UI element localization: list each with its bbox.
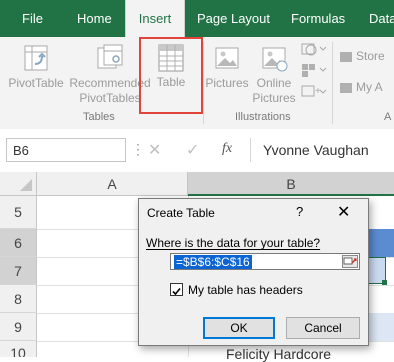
row-header-9[interactable]: 9	[0, 313, 37, 341]
recommended-line2: PivotTables	[79, 91, 141, 105]
name-box[interactable]: B6	[6, 138, 126, 162]
formula-buttons: ✕ ✓ fx	[136, 138, 244, 162]
table-label: Table	[156, 75, 186, 89]
ribbon-tab-bar: File Home Insert Page Layout Formulas Da…	[0, 0, 394, 37]
column-header-a[interactable]: A	[37, 172, 188, 196]
create-table-dialog: Create Table ? ✕ Where is the data for y…	[138, 198, 369, 346]
fill-handle[interactable]	[382, 280, 387, 285]
headers-checkbox[interactable]	[170, 283, 183, 296]
enter-icon[interactable]: ✓	[186, 140, 199, 160]
shapes-icons[interactable]: +	[300, 42, 328, 104]
range-value: =$B$6:$C$16	[174, 255, 252, 269]
pictures-button[interactable]: Pictures	[204, 42, 250, 91]
pictures-icon	[215, 47, 239, 69]
checkmark-icon	[172, 287, 181, 296]
ok-button[interactable]: OK	[203, 317, 275, 339]
table-button[interactable]: Table	[139, 37, 203, 114]
tab-home[interactable]: Home	[77, 0, 112, 37]
store-button[interactable]: Store	[340, 49, 385, 63]
row-header-8[interactable]: 8	[0, 285, 37, 313]
collapse-dialog-icon[interactable]	[342, 255, 358, 268]
table-header-cell	[368, 229, 394, 257]
svg-text:+: +	[315, 86, 321, 97]
store-label: Store	[356, 49, 385, 63]
my-addins-button[interactable]: My A	[340, 80, 383, 94]
select-all-corner[interactable]	[0, 172, 37, 196]
pictures-label: Pictures	[205, 76, 249, 90]
insert-function-icon[interactable]: fx	[222, 141, 232, 157]
group-label-addins: A	[384, 111, 392, 123]
online-line2: Pictures	[252, 91, 296, 105]
range-input[interactable]: =$B$6:$C$16	[170, 253, 360, 270]
pivottable-icon	[24, 45, 48, 71]
tab-insert[interactable]: Insert	[125, 0, 185, 37]
formula-input[interactable]: Yvonne Vaughan	[250, 138, 394, 162]
dialog-title: Create Table	[147, 206, 215, 220]
online-pictures-button[interactable]: Online Pictures	[250, 42, 298, 106]
row-header-6[interactable]: 6	[0, 229, 37, 257]
tab-file[interactable]: File	[22, 0, 43, 37]
group-label-tables: Tables	[83, 111, 115, 123]
cell-b10-text: Felicity Hardcore	[226, 346, 332, 362]
group-label-illustrations: Illustrations	[235, 111, 291, 123]
row-header-10[interactable]: 10	[0, 341, 37, 357]
online-pictures-icon	[262, 47, 288, 72]
tab-page-layout[interactable]: Page Layout	[197, 0, 270, 37]
tab-formulas[interactable]: Formulas	[291, 0, 345, 37]
store-icon	[340, 51, 352, 62]
column-header-b[interactable]: B	[188, 172, 394, 196]
recommended-pivottables-icon	[97, 44, 123, 69]
cancel-button[interactable]: Cancel	[286, 317, 360, 339]
pivottable-label: PivotTable	[8, 76, 64, 90]
pivottable-button[interactable]: PivotTable	[4, 42, 68, 91]
close-icon[interactable]: ✕	[337, 202, 350, 222]
headers-checkbox-label[interactable]: My table has headers	[188, 283, 303, 297]
row-header-7[interactable]: 7	[0, 257, 37, 285]
table-icon	[158, 44, 184, 72]
row-header-5[interactable]: 5	[0, 196, 37, 229]
tab-data[interactable]: Data	[369, 0, 394, 37]
online-line1: Online	[256, 76, 292, 90]
ribbon-separator-2	[332, 42, 333, 124]
cancel-icon[interactable]: ✕	[148, 140, 161, 160]
range-prompt: Where is the data for your table?	[146, 236, 321, 250]
help-button[interactable]: ?	[296, 204, 303, 219]
addins-icon	[340, 82, 352, 93]
my-addins-label: My A	[356, 80, 383, 94]
